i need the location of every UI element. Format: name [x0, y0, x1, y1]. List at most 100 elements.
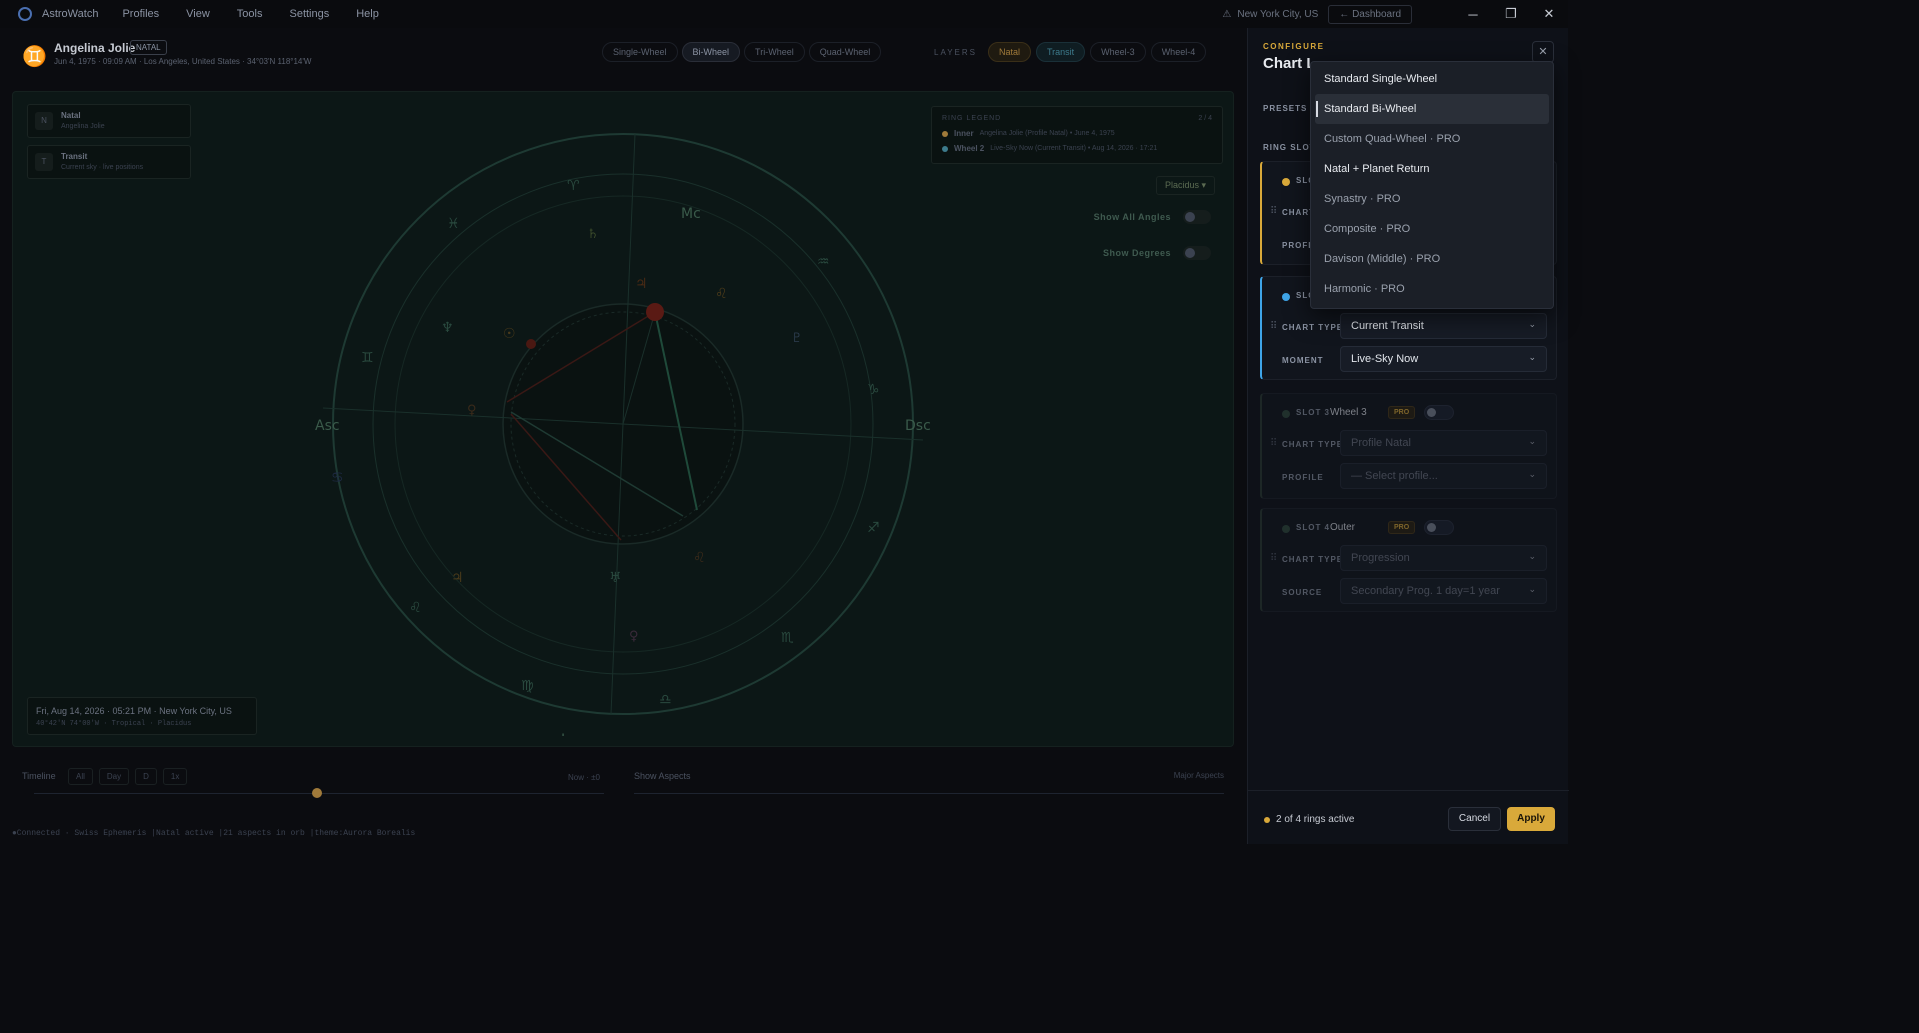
slot-4-source-select[interactable]: Secondary Prog. 1 day=1 year ⌄ — [1340, 578, 1547, 604]
preset-option-custom-quad-wheel[interactable]: Custom Quad-Wheel · PRO — [1315, 124, 1549, 154]
legend-row-desc: Angelina Jolie (Profile Natal) • June 4,… — [979, 130, 1115, 137]
chart-canvas[interactable]: N Natal Angelina Jolie T Transit Current… — [12, 91, 1234, 747]
jupiter-transit-icon: ♃ — [451, 570, 464, 586]
main-area: ♊ Angelina Jolie NATAL Jun 4, 1975 · 09:… — [0, 28, 1247, 844]
layers-group: LAYERS Natal Transit Wheel-3 Wheel-4 — [934, 42, 1207, 62]
slot-2-moment-select[interactable]: Live-Sky Now ⌄ — [1340, 346, 1547, 372]
chevron-down-icon: ⌄ — [1528, 352, 1536, 362]
menu-settings[interactable]: Settings — [289, 8, 329, 20]
natal-card-title: Natal — [61, 111, 81, 120]
natal-card[interactable]: N Natal Angelina Jolie — [27, 104, 191, 138]
menu-profiles[interactable]: Profiles — [122, 8, 159, 20]
preset-option-synastry[interactable]: Synastry · PRO — [1315, 184, 1549, 214]
slot-4-name: Outer — [1330, 522, 1356, 533]
drag-handle-icon[interactable]: ⠿ — [1270, 553, 1277, 564]
slot-3-toggle[interactable] — [1424, 405, 1454, 420]
natal-card-icon: N — [35, 112, 53, 130]
layer-wheel3-button[interactable]: Wheel-3 — [1090, 42, 1146, 62]
maximize-icon[interactable]: ❐ — [1492, 6, 1530, 22]
location-indicator[interactable]: ⚠ New York City, US — [1222, 9, 1318, 20]
quad-wheel-button[interactable]: Quad-Wheel — [808, 42, 882, 62]
transit-card[interactable]: T Transit Current sky · live positions — [27, 145, 191, 179]
menu-view[interactable]: View — [186, 8, 210, 20]
timeline-d-button[interactable]: D — [135, 768, 157, 785]
preset-option-natal-planet-return[interactable]: Natal + Planet Return — [1315, 154, 1549, 184]
presets-label: PRESETS — [1263, 104, 1308, 113]
timeline-knob[interactable] — [312, 788, 322, 798]
capricorn-icon: ♑ — [867, 382, 880, 398]
panel-footer: 2 of 4 rings active Cancel Apply — [1248, 790, 1569, 844]
aries-icon: ♈ — [567, 178, 580, 194]
single-wheel-button[interactable]: Single-Wheel — [602, 42, 678, 62]
house-system-select[interactable]: Placidus ▾ — [1156, 176, 1216, 195]
mc-label: Mc — [681, 206, 701, 222]
drag-handle-icon[interactable]: ⠿ — [1270, 321, 1277, 332]
slot-4-chart-type-select[interactable]: Progression ⌄ — [1340, 545, 1547, 571]
slot-3-profile-select[interactable]: — Select profile... ⌄ — [1340, 463, 1547, 489]
location-text: New York City, US — [1237, 8, 1319, 20]
chart-wheel[interactable]: Mc Ic Asc Dsc ♈ ♓ ♒ ♌ ♃ ♄ ♆ ☉ ♀ ♃ ♅ ♌ ♀ … — [311, 112, 935, 736]
sagittarius-icon: ♐ — [867, 520, 880, 536]
libra-icon: ♎ — [659, 692, 672, 708]
preset-option-composite[interactable]: Composite · PRO — [1315, 214, 1549, 244]
sun-icon: ☉ — [503, 326, 516, 342]
jupiter-icon: ♃ — [635, 276, 648, 292]
ring-legend-count: 2 / 4 — [1198, 115, 1212, 122]
slot-2-dot — [1282, 293, 1290, 301]
apply-button[interactable]: Apply — [1507, 807, 1555, 831]
layer-wheel4-button[interactable]: Wheel-4 — [1150, 42, 1207, 62]
major-aspects-label: Major Aspects — [1173, 771, 1224, 780]
current-date: Fri, Aug 14, 2026 · 05:21 PM · New York … — [36, 706, 232, 716]
close-window-icon[interactable]: ✕ — [1530, 6, 1568, 22]
slot-3-chart-type-select[interactable]: Profile Natal ⌄ — [1340, 430, 1547, 456]
slot-3-dot — [1282, 410, 1290, 418]
current-coords: 40°42'N 74°00'W · Tropical · Placidus — [36, 720, 192, 728]
show-aspects-label: Show Aspects — [634, 771, 691, 781]
drag-handle-icon[interactable]: ⠿ — [1270, 438, 1277, 449]
minimize-icon[interactable]: ─ — [1454, 7, 1492, 22]
drag-handle-icon[interactable]: ⠿ — [1270, 206, 1277, 217]
preset-option-standard-single-wheel[interactable]: Standard Single-Wheel — [1315, 64, 1549, 94]
legend-dot — [942, 145, 948, 152]
cancer-icon: ♋ — [331, 470, 344, 486]
bi-wheel-button[interactable]: Bi-Wheel — [681, 42, 741, 62]
leo-icon: ♌ — [715, 286, 728, 302]
legend-row-desc: Live-Sky Now (Current Transit) • Aug 14,… — [990, 145, 1158, 152]
preset-option-harmonic[interactable]: Harmonic · PRO — [1315, 274, 1549, 304]
saturn-icon: ♄ — [587, 227, 599, 242]
show-all-angles-toggle[interactable] — [1183, 210, 1211, 224]
layer-transit-button[interactable]: Transit — [1036, 42, 1086, 62]
slot-3-chart-type-value: Profile Natal — [1351, 437, 1411, 449]
slot-4-toggle[interactable] — [1424, 520, 1454, 535]
leo-transit-icon: ♌ — [693, 550, 706, 566]
show-degrees-row: Show Degrees — [1103, 246, 1211, 260]
layer-natal-button[interactable]: Natal — [987, 42, 1031, 62]
menu-tools[interactable]: Tools — [237, 8, 263, 20]
timeline-all-button[interactable]: All — [68, 768, 93, 785]
status-bar: ●Connected · Swiss Ephemeris |Natal acti… — [12, 829, 416, 838]
timeline-now: Now · ±0 — [568, 773, 600, 782]
slot-3-label: SLOT 3 — [1296, 408, 1331, 417]
cancel-button[interactable]: Cancel — [1448, 807, 1501, 831]
person-name: Angelina Jolie — [54, 41, 136, 55]
show-degrees-toggle[interactable] — [1183, 246, 1211, 260]
aspects-slider[interactable] — [634, 793, 1224, 794]
slot-3-profile-value: — Select profile... — [1351, 470, 1438, 482]
dashboard-button[interactable]: ← Dashboard — [1328, 4, 1412, 24]
preset-option-davison[interactable]: Davison (Middle) · PRO — [1315, 244, 1549, 274]
timeline-day-button[interactable]: Day — [98, 768, 130, 785]
virgo-icon: ♍ — [521, 678, 534, 694]
timeline-speed-button[interactable]: 1x — [162, 768, 188, 785]
timeline-label: Timeline — [22, 771, 56, 781]
slot-2-chart-type-select[interactable]: Current Transit ⌄ — [1340, 313, 1547, 339]
preset-option-standard-bi-wheel[interactable]: Standard Bi-Wheel — [1315, 94, 1549, 124]
tri-wheel-button[interactable]: Tri-Wheel — [744, 42, 805, 62]
gemini-icon: ♊ — [22, 46, 47, 68]
slot-1-dot — [1282, 178, 1290, 186]
menu-help[interactable]: Help — [356, 8, 379, 20]
close-panel-icon[interactable]: ✕ — [1532, 41, 1554, 63]
transit-card-icon: T — [35, 153, 53, 171]
natal-card-sub: Angelina Jolie — [61, 123, 105, 130]
chevron-down-icon: ⌄ — [1528, 584, 1536, 594]
slot-3-card: SLOT 3 Wheel 3 PRO ⠿ CHART TYPE Profile … — [1260, 393, 1557, 499]
